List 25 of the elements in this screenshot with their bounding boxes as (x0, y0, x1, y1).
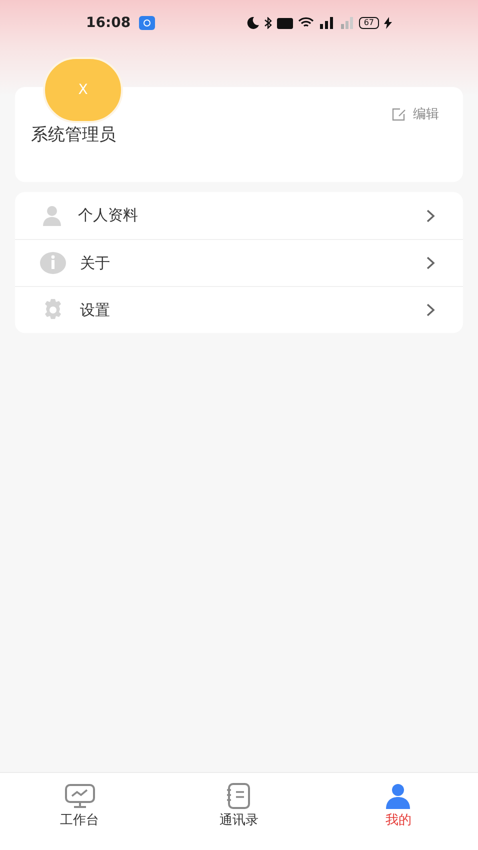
app-notification-icon (138, 16, 155, 30)
chevron-right-icon (426, 208, 435, 222)
menu-item[interactable]: 设置 (15, 286, 463, 333)
tab-item[interactable]: 通讯录 (159, 773, 319, 850)
chevron-right-icon (426, 303, 435, 317)
edit-icon (392, 108, 406, 122)
chevron-right-icon (426, 256, 435, 270)
signal-icon (340, 17, 354, 29)
user-name: 系统管理员 (31, 124, 116, 147)
menu-item[interactable]: 关于 (15, 239, 463, 286)
charging-icon (384, 17, 392, 29)
edit-button[interactable]: 编辑 (392, 105, 439, 124)
tab-item[interactable]: 工作台 (0, 773, 160, 850)
bluetooth-icon (264, 17, 272, 29)
wifi-icon (298, 17, 314, 29)
tab-item[interactable]: 我的 (318, 773, 478, 850)
info-icon (40, 251, 66, 275)
signal-icon (318, 17, 335, 29)
moon-icon (246, 17, 259, 29)
menu-item[interactable]: 个人资料 (15, 192, 463, 239)
monitor-icon (64, 783, 96, 809)
battery-indicator: 67 (358, 17, 379, 29)
clock-time: 16:08 (86, 14, 131, 32)
notebook-icon (224, 783, 253, 809)
person-icon (40, 204, 64, 228)
